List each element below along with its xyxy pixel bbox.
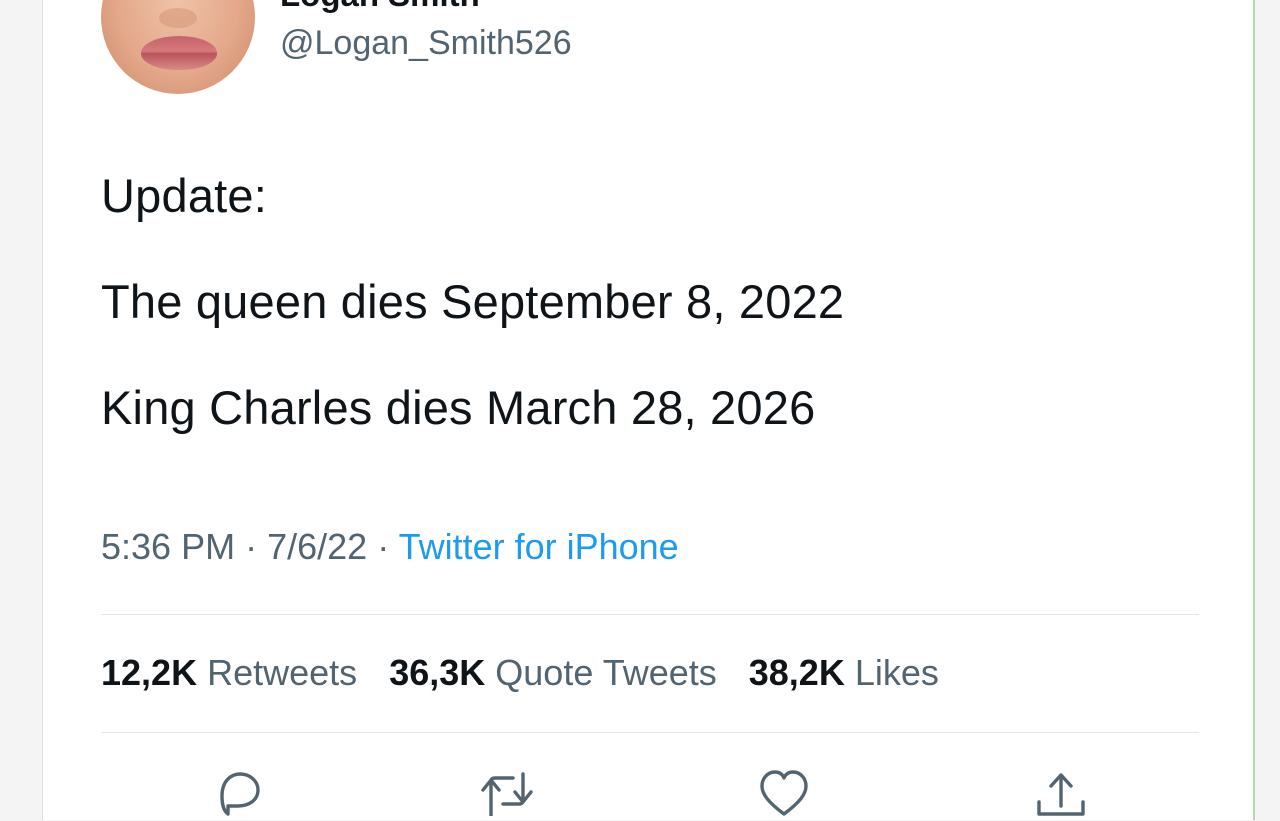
avatar-nose <box>159 8 197 28</box>
likes-label: Likes <box>854 652 939 693</box>
avatar-lips <box>141 36 217 70</box>
likes-stat[interactable]: 38,2K Likes <box>749 652 961 693</box>
quotes-label: Quote Tweets <box>495 652 717 693</box>
tweet-date[interactable]: 7/6/22 <box>267 526 367 567</box>
tweet-stats: 12,2K Retweets 36,3K Quote Tweets 38,2K … <box>101 652 961 694</box>
divider <box>101 614 1199 615</box>
retweet-button[interactable] <box>477 766 537 818</box>
display-name[interactable]: Logan Smith <box>280 0 480 14</box>
likes-count: 38,2K <box>748 652 845 693</box>
reply-icon <box>220 772 260 816</box>
tweet-time[interactable]: 5:36 PM <box>101 526 235 567</box>
retweets-stat[interactable]: 12,2K Retweets <box>101 652 379 693</box>
tweet-text-line: King Charles dies March 28, 2026 <box>101 381 816 434</box>
retweet-icon <box>481 772 533 818</box>
tweet-text-line: Update: <box>101 169 268 222</box>
divider <box>101 732 1199 733</box>
retweets-label: Retweets <box>207 652 358 693</box>
tweet-meta: 5:36 PM · 7/6/22 · Twitter for iPhone <box>101 526 679 568</box>
quotes-count: 36,3K <box>389 652 486 693</box>
retweets-count: 12,2K <box>101 652 198 693</box>
like-button[interactable] <box>754 766 814 816</box>
meta-separator: · <box>377 526 390 567</box>
share-button[interactable] <box>1031 766 1091 816</box>
reply-button[interactable] <box>208 766 268 816</box>
user-handle[interactable]: @Logan_Smith526 <box>280 24 572 63</box>
meta-separator: · <box>245 526 258 567</box>
tweet-source[interactable]: Twitter for iPhone <box>399 526 679 567</box>
share-icon <box>1037 773 1085 816</box>
like-icon <box>760 770 808 816</box>
tweet-text-line: The queen dies September 8, 2022 <box>101 275 845 328</box>
quotes-stat[interactable]: 36,3K Quote Tweets <box>389 652 739 693</box>
